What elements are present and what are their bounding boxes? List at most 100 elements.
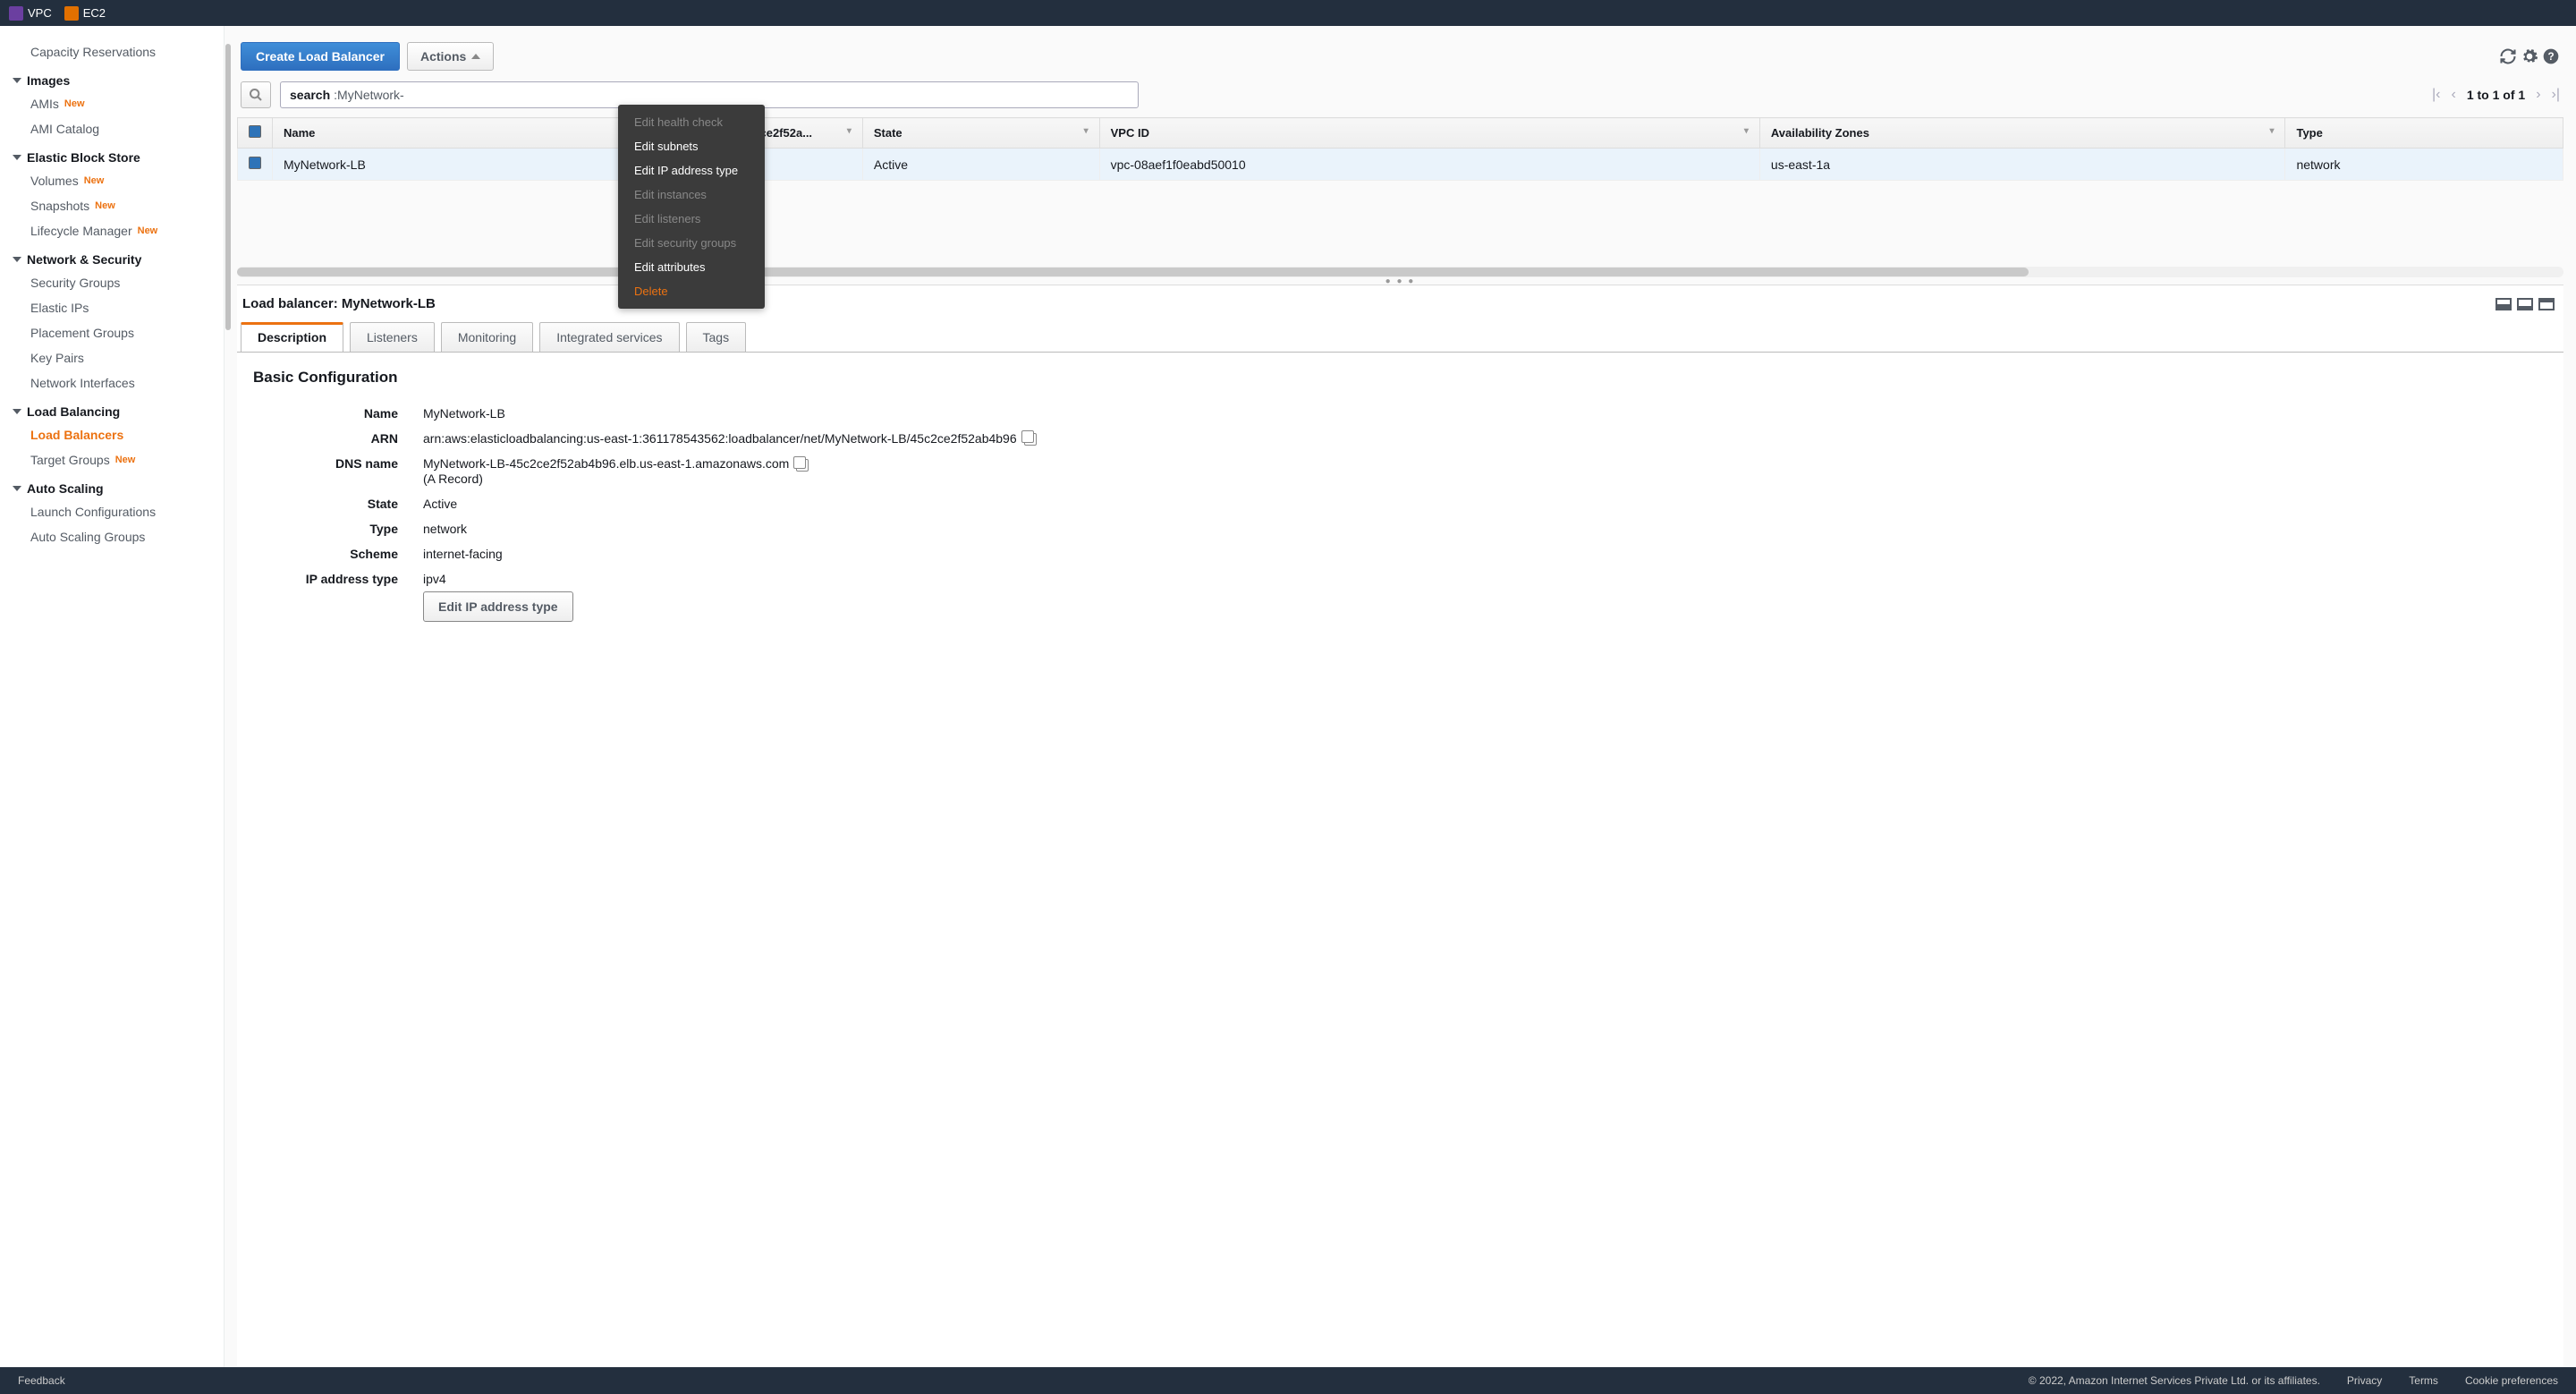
- sidebar-item[interactable]: VolumesNew: [0, 168, 224, 193]
- sidebar-item[interactable]: Snapshots New: [0, 193, 224, 218]
- horizontal-scrollbar[interactable]: [237, 267, 2563, 277]
- col-az[interactable]: Availability Zones▾: [1759, 118, 2285, 149]
- kv-dns-key: DNS name: [253, 456, 423, 471]
- sidebar-item[interactable]: Placement Groups: [0, 320, 224, 345]
- sidebar-item-label: Key Pairs: [30, 351, 84, 365]
- kv-dns-val: MyNetwork-LB-45c2ce2f52ab4b96.elb.us-eas…: [423, 456, 789, 471]
- sidebar-item[interactable]: AMIs New: [0, 91, 224, 116]
- service-vpc[interactable]: VPC: [9, 6, 52, 21]
- actions-dropdown: Edit health checkEdit subnetsEdit IP add…: [618, 105, 765, 309]
- footer-terms[interactable]: Terms: [2409, 1374, 2438, 1387]
- service-ec2[interactable]: EC2: [64, 6, 106, 21]
- tab[interactable]: Monitoring: [441, 322, 533, 353]
- new-badge: New: [64, 98, 85, 109]
- sidebar-item[interactable]: AMI Catalog: [0, 116, 224, 141]
- sidebar-item[interactable]: Security Groups: [0, 270, 224, 295]
- actions-button[interactable]: Actions: [407, 42, 494, 71]
- sidebar-section[interactable]: Elastic Block Store: [0, 141, 224, 168]
- kv-type-val: network: [423, 522, 2547, 536]
- cell-az: us-east-1a: [1759, 149, 2285, 181]
- hscroll-thumb[interactable]: [237, 268, 2029, 276]
- layout-top-icon[interactable]: [2538, 298, 2555, 310]
- copy-dns-icon[interactable]: [796, 459, 809, 472]
- table-row[interactable]: MyNetwork-LB Active vpc-08aef1f0eabd5001…: [238, 149, 2563, 181]
- sidebar-item[interactable]: Load Balancers: [0, 422, 224, 447]
- sidebar-item-capacity-reservations[interactable]: Capacity Reservations: [0, 39, 224, 64]
- divider-handle[interactable]: [225, 44, 231, 330]
- create-load-balancer-button[interactable]: Create Load Balancer: [241, 42, 400, 71]
- lb-table: Name▾ B-45c2ce2f52a...▾ State▾ VPC ID▾ A…: [225, 117, 2576, 181]
- new-badge: New: [138, 225, 158, 236]
- sidebar-section[interactable]: Load Balancing: [0, 395, 224, 422]
- row-checkbox[interactable]: [249, 157, 261, 169]
- col-type[interactable]: Type: [2285, 118, 2563, 149]
- chevron-down-icon: [13, 78, 21, 83]
- kv-type-key: Type: [253, 522, 423, 536]
- splitter[interactable]: ● ● ●: [225, 277, 2576, 285]
- sidebar-item[interactable]: Auto Scaling Groups: [0, 524, 224, 549]
- new-badge: New: [115, 455, 136, 465]
- gear-icon[interactable]: [2521, 47, 2538, 65]
- sidebar-section[interactable]: Images: [0, 64, 224, 91]
- kv-scheme-val: internet-facing: [423, 547, 2547, 561]
- sidebar[interactable]: Capacity Reservations Images AMIs New AMI C…: [0, 26, 224, 1367]
- sidebar-item-label: AMIs: [30, 97, 59, 111]
- menu-item[interactable]: Delete: [618, 279, 765, 303]
- footer-cookies[interactable]: Cookie preferences: [2465, 1374, 2558, 1387]
- sidebar-item[interactable]: Key Pairs: [0, 345, 224, 370]
- sidebar-item[interactable]: Network Interfaces: [0, 370, 224, 395]
- pager-next-icon[interactable]: ›: [2536, 87, 2540, 103]
- search-value: MyNetwork-: [337, 88, 404, 102]
- kv-arn-val: arn:aws:elasticloadbalancing:us-east-1:3…: [423, 431, 1017, 446]
- sidebar-item[interactable]: Launch Configurations: [0, 499, 224, 524]
- sidebar-item-label: Placement Groups: [30, 326, 134, 340]
- sidebar-section-label: Load Balancing: [27, 404, 120, 419]
- svg-text:?: ?: [2547, 51, 2554, 63]
- menu-item: Edit instances: [618, 183, 765, 207]
- sidebar-item[interactable]: Elastic IPs: [0, 295, 224, 320]
- layout-bottom-icon[interactable]: [2496, 298, 2512, 310]
- menu-item[interactable]: Edit subnets: [618, 134, 765, 158]
- sidebar-item[interactable]: Lifecycle Manager New: [0, 218, 224, 243]
- new-badge: New: [95, 200, 115, 211]
- col-state[interactable]: State▾: [862, 118, 1099, 149]
- sidebar-section-label: Network & Security: [27, 252, 141, 267]
- select-all-checkbox[interactable]: [249, 125, 261, 138]
- search-button[interactable]: [241, 81, 271, 108]
- pager-prev-icon[interactable]: ‹: [2452, 87, 2456, 103]
- refresh-icon[interactable]: [2499, 47, 2517, 65]
- kv-state-key: State: [253, 497, 423, 511]
- kv-state-val: Active: [423, 497, 2547, 511]
- sidebar-item-label: Launch Configurations: [30, 505, 156, 519]
- sidebar-item-label: Lifecycle Manager: [30, 224, 132, 238]
- service-ec2-label: EC2: [83, 6, 106, 20]
- pager-first-icon[interactable]: |‹: [2432, 87, 2440, 103]
- service-vpc-label: VPC: [28, 6, 52, 20]
- footer-feedback[interactable]: Feedback: [18, 1374, 65, 1387]
- ec2-icon: [64, 6, 79, 21]
- footer-privacy[interactable]: Privacy: [2347, 1374, 2382, 1387]
- sidebar-item-label: AMI Catalog: [30, 122, 99, 136]
- main-content: Create Load Balancer Actions ? Edit heal…: [224, 26, 2576, 1367]
- layout-mid-icon[interactable]: [2517, 298, 2533, 310]
- detail-tabs: DescriptionListenersMonitoringIntegrated…: [237, 322, 2563, 353]
- tab[interactable]: Integrated services: [539, 322, 679, 353]
- menu-item: Edit listeners: [618, 207, 765, 231]
- sidebar-item[interactable]: Target GroupsNew: [0, 447, 224, 472]
- tab[interactable]: Tags: [686, 322, 747, 353]
- sidebar-item-label: Snapshots: [30, 199, 89, 213]
- menu-item[interactable]: Edit IP address type: [618, 158, 765, 183]
- col-vpc[interactable]: VPC ID▾: [1099, 118, 1759, 149]
- toolbar-icons: ?: [2499, 47, 2560, 65]
- menu-item[interactable]: Edit attributes: [618, 255, 765, 279]
- pager-last-icon[interactable]: ›|: [2552, 87, 2560, 103]
- edit-ip-type-button[interactable]: Edit IP address type: [423, 591, 573, 622]
- copy-arn-icon[interactable]: [1024, 433, 1037, 446]
- sidebar-item-label: Network Interfaces: [30, 376, 135, 390]
- sidebar-section[interactable]: Network & Security: [0, 243, 224, 270]
- sidebar-section[interactable]: Auto Scaling: [0, 472, 224, 499]
- tab[interactable]: Listeners: [350, 322, 435, 353]
- help-icon[interactable]: ?: [2542, 47, 2560, 65]
- tab[interactable]: Description: [241, 322, 343, 353]
- sidebar-item-label: Security Groups: [30, 276, 120, 290]
